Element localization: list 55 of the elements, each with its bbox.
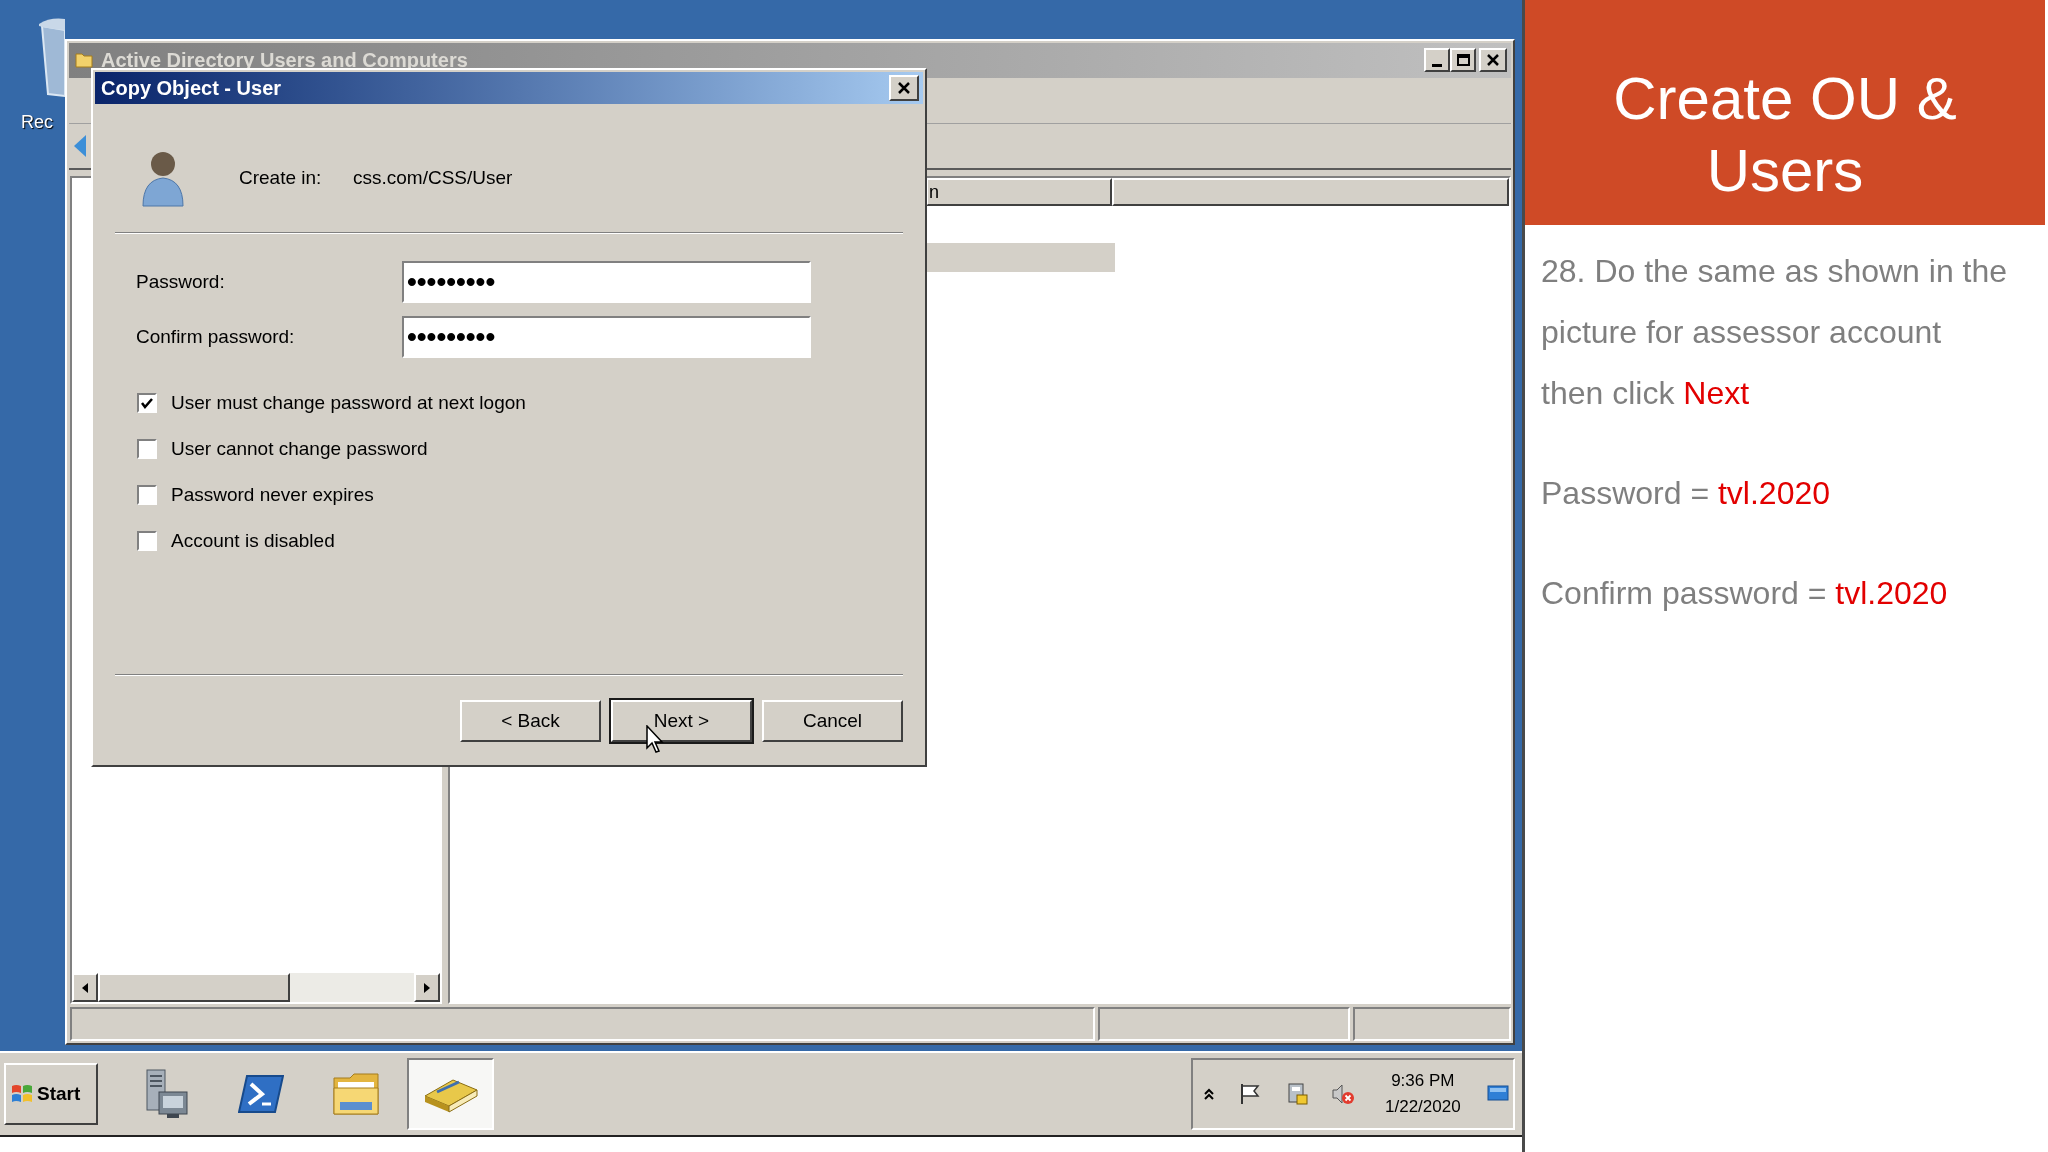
checkbox-label[interactable]: Password never expires: [171, 480, 374, 510]
create-in-path: css.com/CSS/User: [353, 166, 513, 191]
password-field[interactable]: •••••••••: [402, 316, 811, 358]
flag-icon[interactable]: [1239, 1083, 1261, 1105]
maximize-icon: [1456, 54, 1470, 67]
checkmark-icon: [140, 397, 154, 409]
start-button[interactable]: Start: [4, 1063, 98, 1125]
user-icon: [141, 149, 185, 208]
close-icon: [1486, 54, 1500, 67]
maximize-button[interactable]: [1450, 48, 1476, 73]
field-label: Confirm password:: [135, 324, 296, 349]
chevron-up-icon[interactable]: [1203, 1087, 1215, 1101]
cursor-icon: [646, 725, 664, 753]
speaker-muted-icon[interactable]: [1331, 1082, 1355, 1106]
dialog-title: Copy Object - User: [101, 76, 282, 101]
checkbox[interactable]: [137, 439, 157, 459]
monitor-icon[interactable]: [1487, 1084, 1509, 1104]
close-button[interactable]: [1479, 48, 1507, 73]
create-in-label: Create in:: [239, 166, 323, 191]
checkbox[interactable]: [137, 393, 157, 413]
scroll-right-button[interactable]: [414, 973, 440, 1003]
window-title: Active Directory Users and Computers: [101, 48, 468, 74]
checkbox[interactable]: [137, 485, 157, 505]
close-button[interactable]: [889, 75, 919, 101]
network-icon[interactable]: [1285, 1082, 1309, 1106]
checkbox-label[interactable]: User cannot change password: [171, 434, 428, 464]
dialog-button[interactable]: Cancel: [762, 700, 903, 742]
column-header[interactable]: [1112, 177, 1509, 206]
dialog-button[interactable]: Next >: [611, 700, 752, 742]
instruction-text: Confirm password = tvl.2020: [1541, 574, 1949, 613]
field-label: Password:: [135, 269, 226, 294]
scrollbar-thumb[interactable]: [98, 973, 290, 1003]
instruction-text: 28. Do the same as shown in the picture for assessor account then click Next: [1541, 252, 2009, 413]
taskbar-app-button[interactable]: [407, 1058, 494, 1130]
terminal-icon: [237, 1074, 284, 1114]
clock-date[interactable]: 1/22/2020: [1385, 1094, 1461, 1120]
minimize-button[interactable]: [1424, 48, 1450, 73]
clock-time[interactable]: 9:36 PM: [1391, 1068, 1455, 1094]
close-icon: [897, 82, 911, 94]
slide-title: Create OU & Users: [1612, 64, 1958, 206]
instruction-text: Password = tvl.2020: [1541, 474, 1832, 513]
checkbox-label[interactable]: User must change password at next logon: [171, 388, 526, 418]
scroll-left-button[interactable]: [72, 973, 98, 1003]
password-field[interactable]: •••••••••: [402, 261, 811, 303]
folder-icon: [331, 1072, 380, 1116]
folder-icon: [75, 52, 93, 69]
flag-logo-icon: [10, 1083, 34, 1105]
minimize-icon: [1432, 64, 1442, 68]
caret-right-icon: [424, 982, 430, 993]
dialog-button[interactable]: < Back: [460, 700, 601, 742]
checkbox-label[interactable]: Account is disabled: [171, 526, 335, 556]
caret-left-icon: [82, 982, 88, 993]
desktop-icon-label: Rec: [21, 111, 53, 134]
checkbox[interactable]: [137, 531, 157, 551]
column-header[interactable]: n: [926, 177, 1112, 206]
